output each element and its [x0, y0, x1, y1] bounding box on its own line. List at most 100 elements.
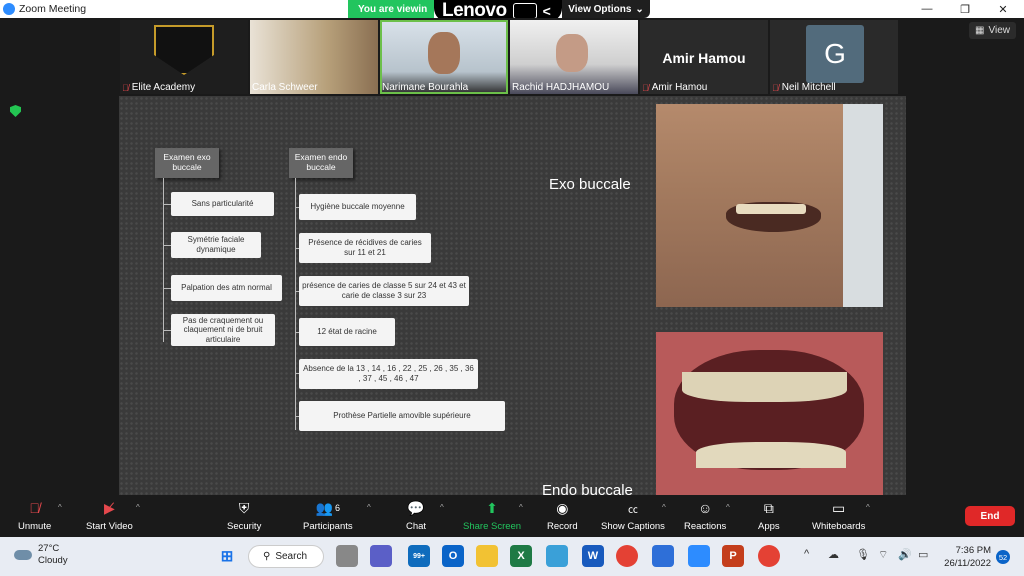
windows-taskbar: 27°C Cloudy ⊞ ⚲ Search 99+ O X W P ^ ☁ 🎙… — [0, 537, 1024, 576]
photo-lower-teeth — [696, 442, 846, 468]
weather-widget[interactable]: 27°C Cloudy — [14, 543, 68, 567]
avatar: G — [806, 25, 864, 83]
apps-icon: ⧉ — [763, 499, 774, 516]
search-icon: ⚲ — [263, 551, 271, 562]
caret-up-icon[interactable]: ^ — [519, 503, 523, 512]
chrome-icon[interactable] — [616, 545, 638, 567]
chevron-up-icon[interactable]: ^ — [804, 548, 809, 560]
viewing-notice: You are viewin — [348, 0, 434, 18]
view-options-button[interactable]: View Options ⌄ — [562, 0, 650, 18]
participant-strip: 🎙̸ Elite Academy Carla Schweer Narimane B… — [120, 20, 910, 94]
minimize-button[interactable]: — — [908, 0, 946, 18]
participant-tile[interactable]: 🎙̸ Elite Academy — [120, 20, 248, 94]
view-button[interactable]: ▦ View — [969, 22, 1016, 39]
word-icon[interactable]: W — [582, 545, 604, 567]
windows-start-icon[interactable]: ⊞ — [216, 545, 238, 567]
apps-button[interactable]: ⧉ Apps — [758, 499, 780, 533]
start-video-button[interactable]: ▶̸ Start Video — [86, 499, 133, 533]
wifi-icon[interactable]: ⌔ — [878, 548, 888, 562]
mail-icon[interactable]: 99+ — [408, 545, 430, 567]
caret-up-icon[interactable]: ^ — [662, 503, 666, 512]
window-toggle-icon[interactable] — [512, 3, 537, 19]
participant-tile[interactable]: Amir Hamou 🎙̸ Amir Hamou — [640, 20, 768, 94]
participants-button[interactable]: 👥 6 Participants — [303, 499, 353, 533]
muted-mic-icon: 🎙̸ — [772, 82, 779, 93]
encryption-shield-icon[interactable] — [10, 105, 21, 117]
record-button[interactable]: ◉ Record — [547, 499, 578, 533]
shield-icon: ⛨ — [238, 499, 250, 516]
taskbar-search[interactable]: ⚲ Search — [248, 545, 324, 568]
back-icon[interactable]: < — [543, 3, 551, 19]
onedrive-cloud-icon[interactable]: ☁ — [828, 548, 839, 561]
participant-tile[interactable]: Carla Schweer — [250, 20, 378, 94]
chat-icon: 💬 — [407, 499, 425, 516]
view-label: View — [988, 25, 1011, 36]
microphone-icon[interactable]: 🎙 — [856, 548, 870, 561]
security-button[interactable]: ⛨ Security — [227, 499, 261, 533]
participant-tile[interactable]: G 🎙̸ Neil Mitchell — [770, 20, 898, 94]
speaker-icon[interactable]: 🔊 — [898, 548, 912, 561]
reactions-button[interactable]: ☺ Reactions — [684, 499, 726, 532]
tree-line — [163, 204, 171, 205]
endo-item: Hygiène buccale moyenne — [299, 194, 416, 220]
whiteboards-button[interactable]: ▭ Whiteboards — [812, 499, 866, 533]
outlook-icon[interactable]: O — [442, 545, 464, 567]
meeting-toolbar: 🎙̸ Unmute ^ ▶̸ Start Video ^ ⛨ Security … — [0, 495, 1024, 537]
zoom-taskbar-icon[interactable] — [688, 545, 710, 567]
participant-count: 6 — [335, 503, 341, 513]
participant-tile[interactable]: Rachid HADJHAMOU — [510, 20, 638, 94]
powerpoint-icon[interactable]: P — [722, 545, 744, 567]
caret-up-icon[interactable]: ^ — [136, 503, 140, 512]
video-off-icon: ▶̸ — [104, 499, 115, 516]
unmute-label: Unmute — [18, 521, 52, 532]
show-captions-label: Show Captions — [601, 521, 665, 532]
chat-button[interactable]: 💬 Chat — [406, 499, 426, 533]
app-icon[interactable] — [652, 545, 674, 567]
task-view-icon[interactable] — [336, 545, 358, 567]
tree-line — [163, 178, 164, 342]
tree-line — [295, 178, 296, 430]
caret-up-icon[interactable]: ^ — [866, 503, 870, 512]
shared-screen: Examen exo buccale Sans particularité Sy… — [119, 96, 906, 499]
share-screen-button[interactable]: ⬆ Share Screen — [463, 499, 521, 533]
muted-mic-icon: 🎙̸ — [642, 82, 649, 93]
smiley-icon: ☺ — [697, 500, 713, 516]
caret-up-icon[interactable]: ^ — [726, 503, 730, 512]
presentation-slide: Examen exo buccale Sans particularité Sy… — [119, 96, 906, 499]
chrome-profile-icon[interactable] — [758, 545, 780, 567]
close-button[interactable]: ✕ — [984, 0, 1022, 18]
excel-icon[interactable]: X — [510, 545, 532, 567]
muted-mic-icon: 🎙̸ — [29, 500, 40, 516]
participant-tile-active[interactable]: Narimane Bourahla — [380, 20, 508, 94]
whiteboards-label: Whiteboards — [812, 521, 866, 532]
system-clock[interactable]: 7:36 PM 26/11/2022 — [936, 544, 991, 570]
zoom-window: Zoom Meeting — ❐ ✕ You are viewin Lenovo… — [0, 0, 1024, 576]
caret-up-icon[interactable]: ^ — [440, 503, 444, 512]
start-video-label: Start Video — [86, 521, 133, 532]
participant-name: Neil Mitchell — [781, 82, 836, 93]
participant-display-name: Amir Hamou — [662, 50, 746, 66]
restore-button[interactable]: ❐ — [946, 0, 984, 18]
participant-name: Narimane Bourahla — [382, 82, 469, 93]
participant-name: Amir Hamou — [651, 82, 708, 93]
end-button[interactable]: End — [965, 506, 1015, 526]
window-title: Zoom Meeting — [19, 3, 87, 15]
apps-label: Apps — [758, 521, 780, 532]
elite-academy-logo — [154, 25, 214, 75]
exo-item: Symétrie faciale dynamique — [171, 232, 261, 258]
photo-upper-teeth — [682, 372, 847, 402]
unmute-button[interactable]: 🎙̸ Unmute — [18, 499, 51, 532]
teams-chat-icon[interactable] — [370, 545, 392, 567]
paint-icon[interactable] — [546, 545, 568, 567]
caret-up-icon[interactable]: ^ — [367, 503, 371, 512]
notification-badge[interactable]: 52 — [996, 550, 1010, 564]
exo-heading: Examen exo buccale — [155, 148, 219, 178]
zoom-logo-icon — [3, 3, 15, 15]
file-explorer-icon[interactable] — [476, 545, 498, 567]
battery-icon[interactable]: ▭ — [918, 548, 928, 561]
show-captions-button[interactable]: ㏄ Show Captions — [601, 499, 665, 533]
screen-share-banner: You are viewin Lenovo < View Options ⌄ — [348, 0, 670, 22]
caret-up-icon[interactable]: ^ — [58, 503, 62, 512]
endo-photo — [656, 332, 883, 495]
exo-label: Exo buccale — [549, 176, 631, 193]
